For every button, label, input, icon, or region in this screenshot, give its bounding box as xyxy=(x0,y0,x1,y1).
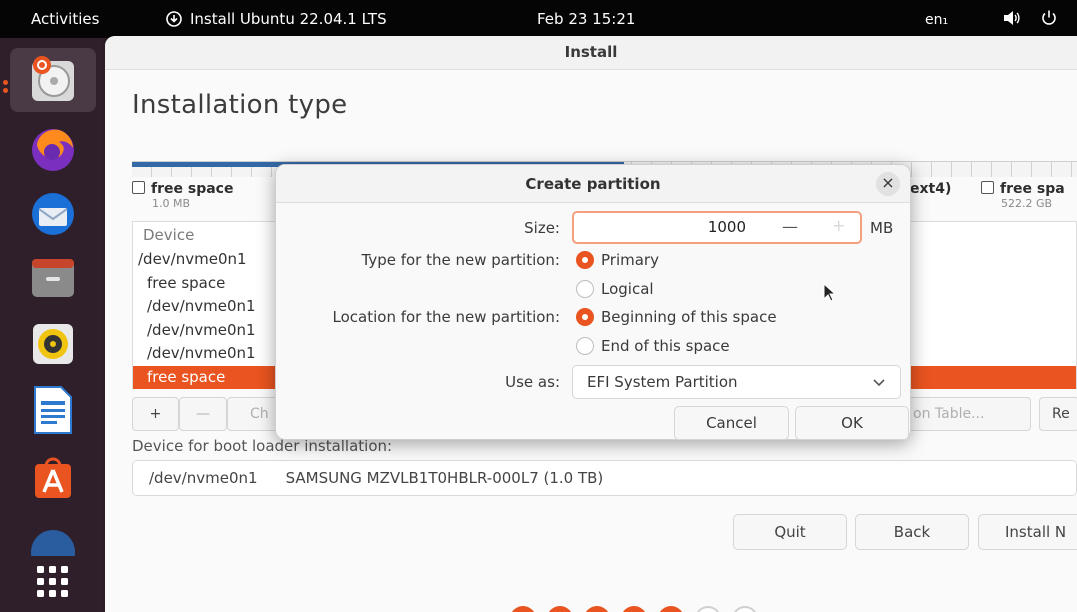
dock-firefox[interactable] xyxy=(10,116,96,180)
location-label: Location for the new partition: xyxy=(332,308,560,326)
legend-checkbox xyxy=(132,181,145,194)
legend-free-space-2: free spa 522.2 GB xyxy=(981,181,1065,210)
progress-dot-done xyxy=(547,606,573,612)
radio-label: End of this space xyxy=(601,337,730,355)
keyboard-layout-indicator[interactable]: en₁ xyxy=(925,12,948,28)
dock-rhythmbox[interactable] xyxy=(10,312,96,376)
power-icon[interactable] xyxy=(1040,9,1058,27)
use-as-label: Use as: xyxy=(505,373,560,391)
boot-loader-select[interactable]: /dev/nvme0n1 SAMSUNG MZVLB1T0HBLR-000L7 (… xyxy=(132,460,1077,496)
legend-name: free spa xyxy=(1000,181,1065,197)
legend-free-space-1: free space 1.0 MB xyxy=(132,181,233,210)
location-end-radio[interactable]: End of this space xyxy=(576,337,730,355)
activities-button[interactable]: Activities xyxy=(31,10,99,28)
dock-installer[interactable] xyxy=(10,48,96,112)
progress-dot-done xyxy=(584,606,610,612)
download-icon xyxy=(166,11,182,27)
create-partition-dialog: Create partition × Size: 1000 — + MB Typ… xyxy=(275,164,911,440)
radio-label: Beginning of this space xyxy=(601,308,777,326)
ubuntu-installer-icon xyxy=(32,56,74,101)
legend-size: 522.2 GB xyxy=(1001,197,1053,210)
rhythmbox-icon xyxy=(33,324,73,364)
firefox-icon xyxy=(32,129,74,171)
page-title: Installation type xyxy=(132,90,348,120)
progress-dot-pending xyxy=(695,606,721,612)
size-input[interactable]: 1000 xyxy=(654,218,746,236)
radio-unselected-icon xyxy=(576,337,594,355)
install-now-button[interactable]: Install N xyxy=(978,514,1077,550)
radio-unselected-icon xyxy=(576,280,594,298)
type-primary-radio[interactable]: Primary xyxy=(576,251,659,269)
app-title: Install Ubuntu 22.04.1 LTS xyxy=(190,10,387,28)
radio-label: Logical xyxy=(601,280,654,298)
decrement-button[interactable]: — xyxy=(782,217,798,236)
progress-dot-pending xyxy=(732,606,758,612)
progress-dots xyxy=(510,606,758,612)
progress-dot-done xyxy=(621,606,647,612)
files-icon xyxy=(32,259,74,297)
dock-files[interactable] xyxy=(10,246,96,310)
cancel-button[interactable]: Cancel xyxy=(674,406,789,440)
size-label: Size: xyxy=(524,219,560,237)
back-button[interactable]: Back xyxy=(855,514,969,550)
dock-libreoffice-writer[interactable] xyxy=(10,378,96,442)
increment-button[interactable]: + xyxy=(832,216,845,235)
app-grid-icon xyxy=(37,566,68,597)
chevron-down-icon xyxy=(873,379,885,387)
use-as-value: EFI System Partition xyxy=(587,373,738,391)
progress-dot-done xyxy=(658,606,684,612)
clock[interactable]: Feb 23 15:21 xyxy=(537,10,635,28)
mouse-pointer-icon xyxy=(823,283,837,302)
ok-button[interactable]: OK xyxy=(795,406,909,440)
quit-button[interactable]: Quit xyxy=(733,514,847,550)
volume-icon[interactable] xyxy=(1002,9,1022,27)
radio-selected-icon xyxy=(576,251,594,269)
use-as-dropdown[interactable]: EFI System Partition xyxy=(572,365,901,399)
radio-label: Primary xyxy=(601,251,659,269)
location-beginning-radio[interactable]: Beginning of this space xyxy=(576,308,777,326)
running-indicator xyxy=(3,88,8,93)
legend-name: ext4) xyxy=(910,181,952,197)
running-indicator xyxy=(3,80,8,85)
progress-dot-done xyxy=(510,606,536,612)
new-partition-table-button[interactable]: on Table... xyxy=(905,397,1031,431)
type-logical-radio[interactable]: Logical xyxy=(576,280,654,298)
window-title: Install xyxy=(105,36,1077,70)
add-partition-button[interactable]: + xyxy=(132,397,179,431)
close-icon[interactable]: × xyxy=(876,172,900,196)
dialog-title: Create partition xyxy=(276,165,910,203)
dock-thunderbird[interactable] xyxy=(10,180,96,244)
boot-device-model: SAMSUNG MZVLB1T0HBLR-000L7 (1.0 TB) xyxy=(285,469,604,487)
app-center-icon xyxy=(35,457,71,498)
legend-name: free space xyxy=(151,181,234,197)
boot-device: /dev/nvme0n1 xyxy=(149,469,258,487)
app-indicator[interactable]: Install Ubuntu 22.04.1 LTS xyxy=(166,10,387,28)
show-apps-button[interactable] xyxy=(10,550,96,612)
thunderbird-icon xyxy=(32,193,74,235)
legend-ext4: ext4) xyxy=(910,181,951,197)
radio-selected-icon xyxy=(576,308,594,326)
writer-icon xyxy=(34,386,72,434)
legend-size: 1.0 MB xyxy=(152,197,191,210)
revert-button[interactable]: Re xyxy=(1039,397,1077,431)
dock xyxy=(0,38,103,612)
type-label: Type for the new partition: xyxy=(361,251,561,269)
size-unit: MB xyxy=(870,219,894,237)
remove-partition-button[interactable]: — xyxy=(179,397,227,431)
dock-app-center[interactable] xyxy=(10,446,96,510)
legend-checkbox xyxy=(981,181,994,194)
size-spinbox[interactable]: 1000 — + xyxy=(572,211,862,244)
top-bar: Activities Install Ubuntu 22.04.1 LTS Fe… xyxy=(0,0,1077,38)
